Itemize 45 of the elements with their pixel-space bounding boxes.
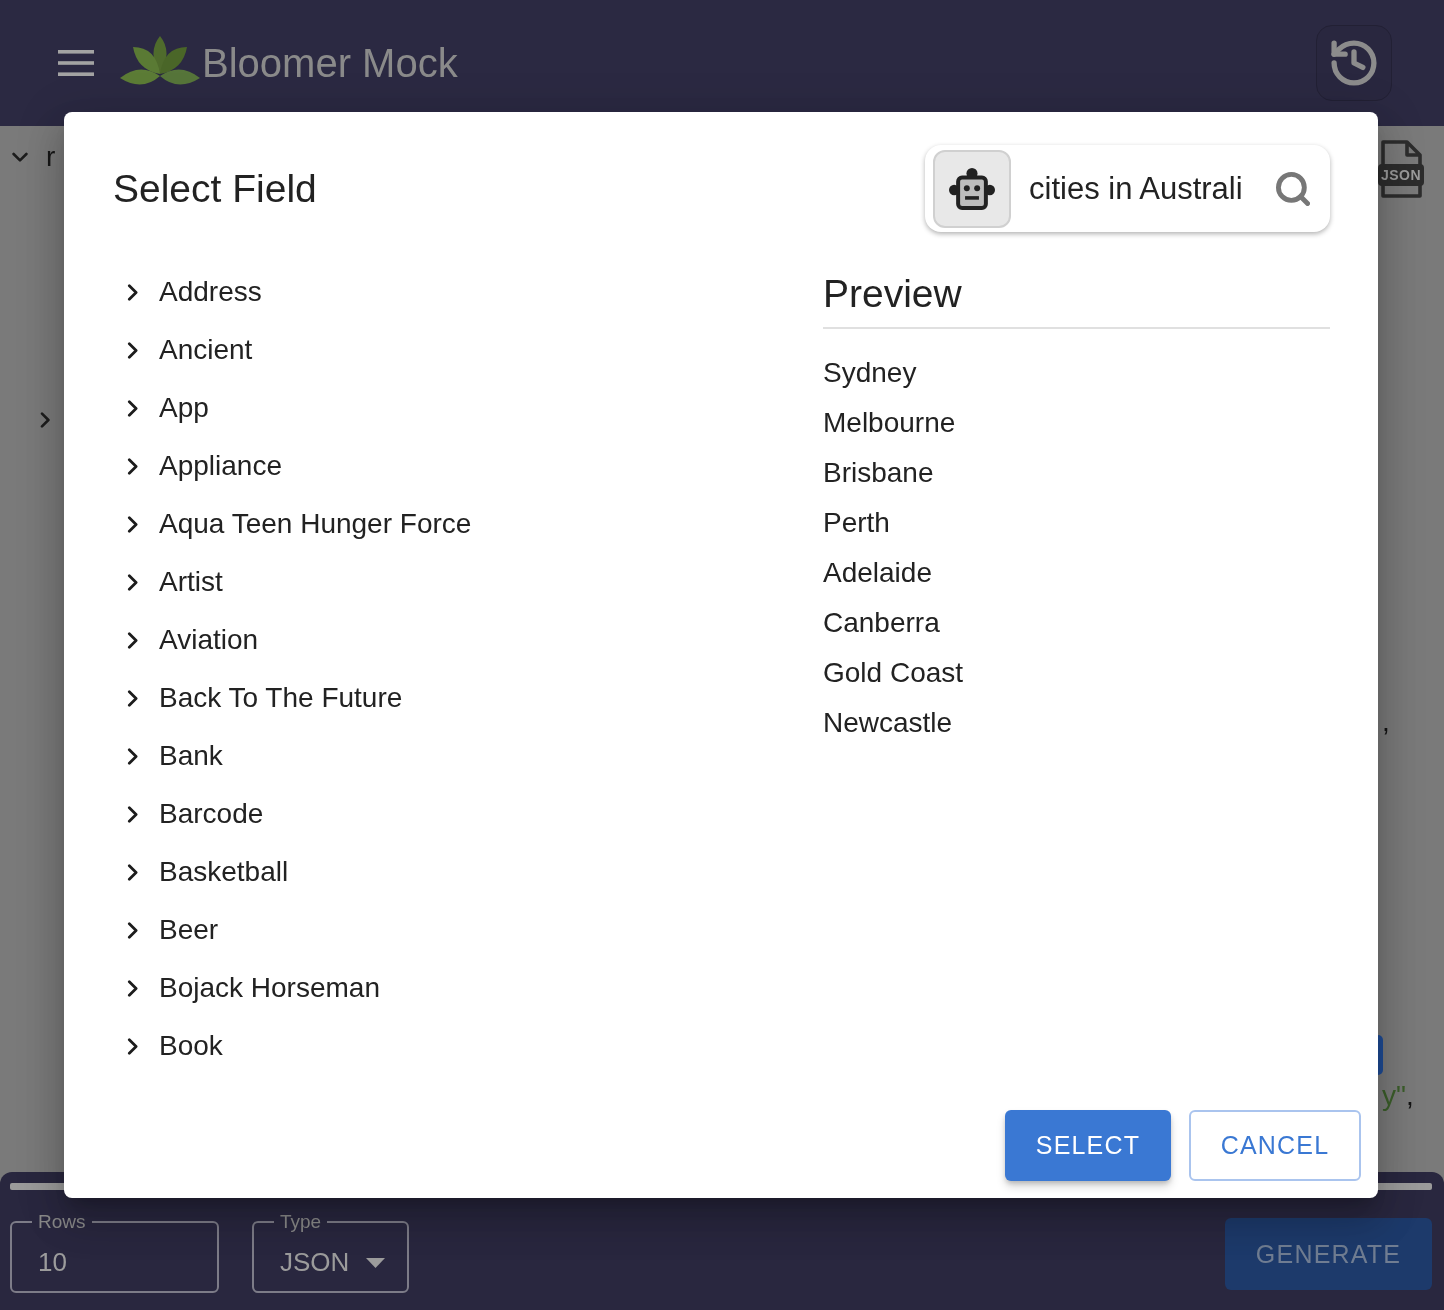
search-icon <box>1276 171 1310 206</box>
category-item[interactable]: Address <box>127 263 262 321</box>
preview-item: Adelaide <box>823 556 932 590</box>
dialog-title: Select Field <box>113 166 317 211</box>
preview-item: Melbourne <box>823 406 956 440</box>
menu-icon <box>58 50 94 76</box>
preview-heading: Preview <box>823 271 962 317</box>
rows-input[interactable]: 10 <box>38 1247 195 1278</box>
category-item[interactable]: Barcode <box>127 785 264 843</box>
preview-item: Sydney <box>823 356 917 390</box>
field-label: Rows <box>37 1210 87 1234</box>
preview-item: Canberra <box>823 606 940 640</box>
select-button[interactable]: SELECT <box>1005 1110 1171 1181</box>
category-item[interactable]: Back To The Future <box>127 669 403 727</box>
search-input[interactable]: cities in Australi <box>1029 170 1266 207</box>
category-item[interactable]: Book <box>127 1017 223 1075</box>
cancel-button[interactable]: CANCEL <box>1189 1110 1361 1181</box>
category-item[interactable]: Basketball <box>127 843 289 901</box>
history-button[interactable] <box>1316 25 1392 101</box>
field-label: Type <box>279 1210 323 1234</box>
code-text: y", <box>1382 1080 1414 1112</box>
category-item[interactable]: Aviation <box>127 611 259 669</box>
caret-down-icon <box>366 1257 385 1268</box>
category-item[interactable]: Aqua Teen Hunger Force <box>127 495 472 553</box>
category-item[interactable]: Ancient <box>127 321 253 379</box>
preview-item: Perth <box>823 506 890 540</box>
robot-icon <box>949 165 995 212</box>
robot-button[interactable] <box>933 149 1011 228</box>
preview-item: Brisbane <box>823 456 934 490</box>
preview-item: Newcastle <box>823 706 953 740</box>
category-item[interactable]: App <box>127 379 209 437</box>
menu-button[interactable] <box>58 50 94 76</box>
app-title: Bloomer Mock <box>202 40 458 86</box>
history-icon <box>1331 40 1377 86</box>
category-item[interactable]: Beer <box>127 901 219 959</box>
file-type-label: JSON <box>1378 164 1424 186</box>
tree-item[interactable]: r <box>15 141 64 173</box>
code-text: , <box>1382 706 1390 738</box>
category-item[interactable]: Bank <box>127 727 223 785</box>
category-item[interactable]: Appliance <box>127 437 282 495</box>
preview-item: Gold Coast <box>823 656 964 690</box>
action-button-edge <box>1378 1035 1383 1075</box>
category-item[interactable]: Artist <box>127 553 223 611</box>
chevron-icon[interactable] <box>40 412 50 428</box>
category-item[interactable]: Bojack Horseman <box>127 959 380 1017</box>
